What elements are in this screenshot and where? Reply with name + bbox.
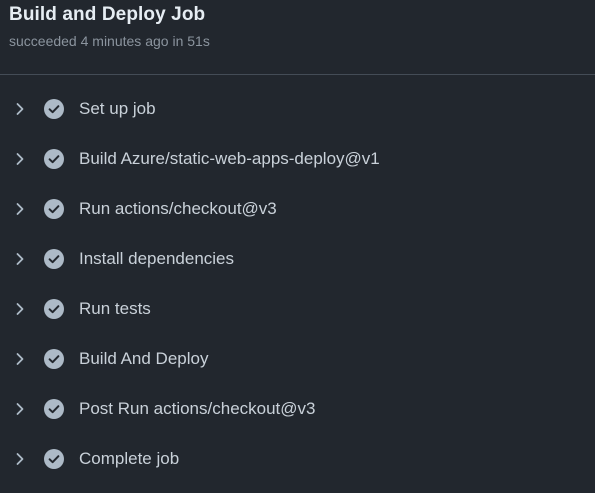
chevron-right-icon[interactable] (12, 351, 28, 367)
workflow-job-panel: Build and Deploy Job succeeded 4 minutes… (0, 0, 595, 493)
step-label: Install dependencies (79, 249, 235, 268)
chevron-right-icon[interactable] (12, 301, 28, 317)
step-label: Build Azure/static-web-apps-deploy@v1 (79, 149, 380, 168)
check-circle-icon (44, 149, 64, 169)
step-label: Set up job (79, 99, 156, 118)
chevron-right-icon[interactable] (12, 401, 28, 417)
step-label: Post Run actions/checkout@v3 (79, 399, 316, 418)
check-circle-icon (44, 349, 64, 369)
chevron-right-icon[interactable] (12, 251, 28, 267)
step-row[interactable]: Build Azure/static-web-apps-deploy@v1 (0, 135, 595, 185)
job-duration-prefix: in (172, 33, 184, 49)
job-title: Build and Deploy Job (9, 4, 206, 25)
job-time-ago: 4 minutes ago (80, 33, 169, 49)
check-circle-icon (44, 399, 64, 419)
check-circle-icon (44, 249, 64, 269)
check-circle-icon (44, 449, 64, 469)
chevron-right-icon[interactable] (12, 451, 28, 467)
step-label: Complete job (79, 449, 180, 468)
check-circle-icon (44, 199, 64, 219)
step-label: Run tests (79, 299, 151, 318)
step-row[interactable]: Install dependencies (0, 235, 595, 285)
step-row[interactable]: Complete job (0, 435, 595, 485)
step-row[interactable]: Post Run actions/checkout@v3 (0, 385, 595, 435)
chevron-right-icon[interactable] (12, 151, 28, 167)
step-row[interactable]: Set up job (0, 85, 595, 135)
job-header: Build and Deploy Job succeeded 4 minutes… (0, 0, 595, 75)
job-duration: 51s (187, 33, 210, 49)
chevron-right-icon[interactable] (12, 101, 28, 117)
step-row[interactable]: Run actions/checkout@v3 (0, 185, 595, 235)
job-status-line: succeeded 4 minutes ago in 51s (9, 33, 210, 49)
step-row[interactable]: Build And Deploy (0, 335, 595, 385)
chevron-right-icon[interactable] (12, 201, 28, 217)
step-label: Build And Deploy (79, 349, 209, 368)
check-circle-icon (44, 99, 64, 119)
job-status-word: succeeded (9, 33, 77, 49)
step-row[interactable]: Run tests (0, 285, 595, 335)
check-circle-icon (44, 299, 64, 319)
step-label: Run actions/checkout@v3 (79, 199, 277, 218)
job-steps-list: Set up job Build Azure/static-web-apps-d… (0, 85, 595, 485)
